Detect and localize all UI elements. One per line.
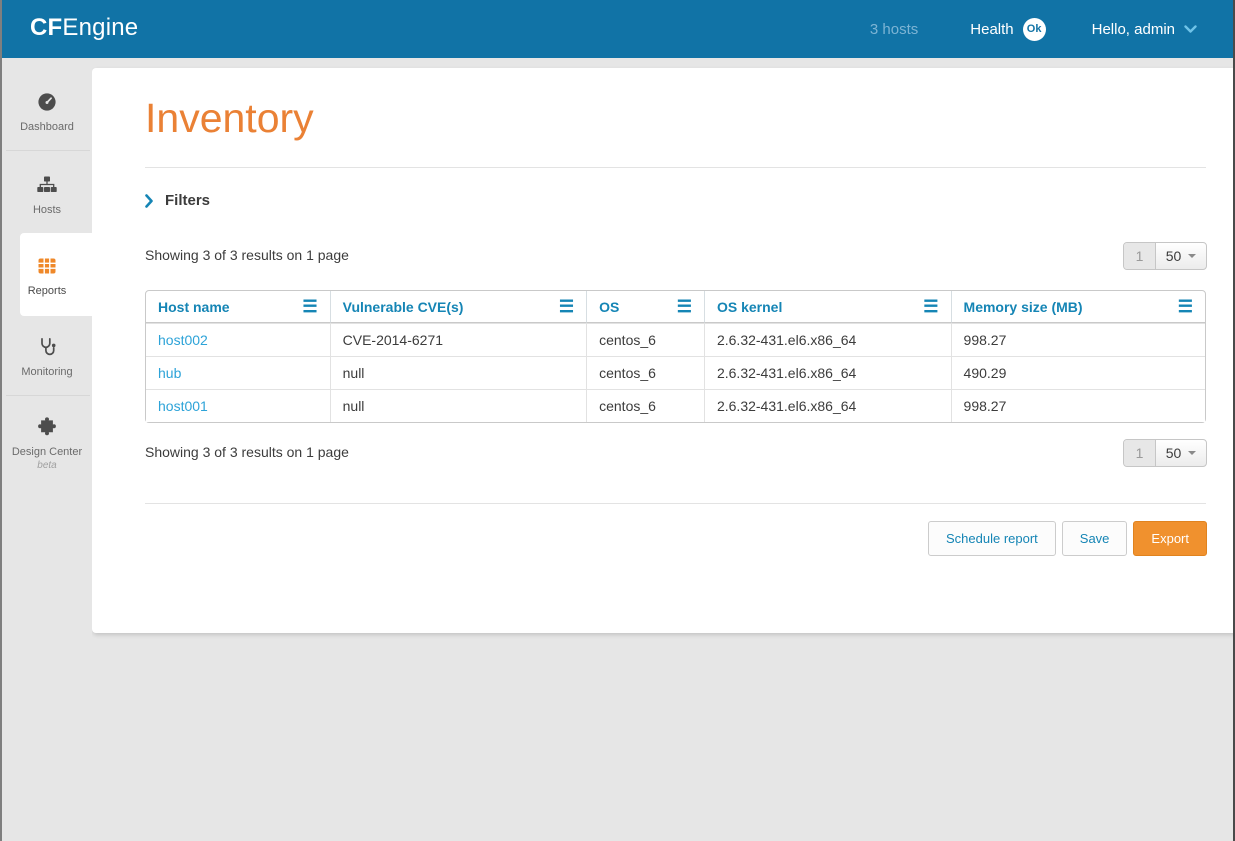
- cell-vulnerable-cves: null: [331, 389, 587, 422]
- cell-host-name: host001: [146, 389, 331, 422]
- column-header-memory-size[interactable]: Memory size (MB) ☰: [952, 291, 1205, 323]
- main-content-panel: Inventory Filters Showing 3 of 3 results…: [92, 68, 1235, 633]
- results-summary-bottom: Showing 3 of 3 results on 1 page: [145, 444, 349, 460]
- cell-host-name: hub: [146, 356, 331, 389]
- health-menu[interactable]: Health Ok: [970, 18, 1045, 41]
- inventory-table: Host name ☰ Vulnerable CVE(s) ☰ OS ☰ OS ker…: [145, 290, 1206, 423]
- column-header-os[interactable]: OS ☰: [587, 291, 705, 323]
- app-window: CFEngine 3 hosts Health Ok Hello, admin …: [0, 0, 1235, 841]
- sidebar-item-hosts[interactable]: Hosts: [2, 174, 92, 216]
- caret-down-icon: [1188, 451, 1196, 455]
- design-center-puzzle-icon: [2, 416, 92, 440]
- cell-memory-size: 490.29: [952, 356, 1205, 389]
- save-button[interactable]: Save: [1062, 521, 1128, 556]
- health-label: Health: [970, 21, 1013, 38]
- column-label: Memory size (MB): [964, 299, 1083, 315]
- filters-label: Filters: [165, 192, 210, 209]
- title-divider: [145, 167, 1206, 168]
- schedule-report-button[interactable]: Schedule report: [928, 521, 1056, 556]
- cell-os: centos_6: [587, 356, 705, 389]
- sidebar-item-label: Dashboard: [20, 121, 74, 133]
- cell-os: centos_6: [587, 389, 705, 422]
- host-link[interactable]: host001: [158, 398, 208, 414]
- cell-memory-size: 998.27: [952, 389, 1205, 422]
- sidebar-nav: Dashboard Hosts Reports Monitoring: [2, 58, 92, 841]
- page-number-button[interactable]: 1: [1124, 440, 1156, 466]
- table-row: host001 null centos_6 2.6.32-431.el6.x86…: [146, 389, 1205, 422]
- filters-toggle[interactable]: Filters: [145, 192, 210, 209]
- column-menu-icon[interactable]: ☰: [1178, 298, 1193, 315]
- user-greeting: Hello, admin: [1092, 21, 1175, 38]
- column-label: Vulnerable CVE(s): [343, 299, 464, 315]
- logo-bold-part: CF: [30, 14, 62, 41]
- sidebar-divider: [6, 395, 90, 396]
- column-menu-icon[interactable]: ☰: [559, 298, 574, 315]
- cell-vulnerable-cves: null: [331, 356, 587, 389]
- page-title: Inventory: [145, 95, 314, 142]
- column-header-os-kernel[interactable]: OS kernel ☰: [705, 291, 952, 323]
- column-label: Host name: [158, 299, 230, 315]
- pagination-top: 1 50: [1123, 242, 1207, 270]
- cfengine-logo[interactable]: CFEngine: [30, 14, 138, 42]
- column-menu-icon[interactable]: ☰: [923, 298, 938, 315]
- sidebar-item-dashboard[interactable]: Dashboard: [2, 91, 92, 133]
- sidebar-item-label: Reports: [28, 285, 67, 297]
- results-summary-top: Showing 3 of 3 results on 1 page: [145, 247, 349, 263]
- cell-host-name: host002: [146, 323, 331, 356]
- beta-tag: beta: [2, 460, 92, 471]
- cell-os-kernel: 2.6.32-431.el6.x86_64: [705, 389, 952, 422]
- host-link[interactable]: hub: [158, 365, 181, 381]
- page-size-value: 50: [1166, 248, 1182, 264]
- table-row: host002 CVE-2014-6271 centos_6 2.6.32-43…: [146, 323, 1205, 356]
- cell-os-kernel: 2.6.32-431.el6.x86_64: [705, 323, 952, 356]
- pagination-bottom: 1 50: [1123, 439, 1207, 467]
- dashboard-gauge-icon: [2, 91, 92, 115]
- table-row: hub null centos_6 2.6.32-431.el6.x86_64 …: [146, 356, 1205, 389]
- logo-light-part: Engine: [62, 14, 138, 41]
- column-label: OS kernel: [717, 299, 782, 315]
- column-menu-icon[interactable]: ☰: [302, 298, 317, 315]
- monitoring-stethoscope-icon: [2, 336, 92, 360]
- export-button[interactable]: Export: [1133, 521, 1207, 556]
- chevron-right-icon: [145, 194, 154, 208]
- reports-table-icon: [2, 255, 92, 279]
- table-header-row: Host name ☰ Vulnerable CVE(s) ☰ OS ☰ OS ker…: [146, 291, 1205, 323]
- health-status-badge: Ok: [1023, 18, 1046, 41]
- column-label: OS: [599, 299, 619, 315]
- sidebar-item-reports[interactable]: Reports: [2, 255, 92, 297]
- sidebar-item-label: Hosts: [33, 204, 61, 216]
- sidebar-item-design-center[interactable]: Design Center beta: [2, 416, 92, 471]
- actions-divider: [145, 503, 1206, 504]
- caret-down-icon: [1188, 254, 1196, 258]
- page-size-dropdown[interactable]: 50: [1156, 243, 1206, 269]
- column-menu-icon[interactable]: ☰: [677, 298, 692, 315]
- topbar-right-cluster: 3 hosts Health Ok Hello, admin: [870, 0, 1197, 58]
- hosts-count-link[interactable]: 3 hosts: [870, 21, 918, 38]
- cell-os: centos_6: [587, 323, 705, 356]
- sidebar-item-label: Design Center: [12, 446, 82, 458]
- hosts-sitemap-icon: [2, 174, 92, 198]
- sidebar-item-monitoring[interactable]: Monitoring: [2, 336, 92, 378]
- page-size-dropdown[interactable]: 50: [1156, 440, 1206, 466]
- column-header-host-name[interactable]: Host name ☰: [146, 291, 331, 323]
- cell-memory-size: 998.27: [952, 323, 1205, 356]
- top-navbar: CFEngine 3 hosts Health Ok Hello, admin: [0, 0, 1235, 58]
- cell-os-kernel: 2.6.32-431.el6.x86_64: [705, 356, 952, 389]
- chevron-down-icon: [1184, 25, 1197, 34]
- sidebar-divider: [6, 150, 90, 151]
- cell-vulnerable-cves: CVE-2014-6271: [331, 323, 587, 356]
- sidebar-item-label: Monitoring: [21, 366, 72, 378]
- window-left-edge: [0, 0, 2, 841]
- host-link[interactable]: host002: [158, 332, 208, 348]
- user-menu[interactable]: Hello, admin: [1092, 21, 1197, 38]
- column-header-vulnerable-cves[interactable]: Vulnerable CVE(s) ☰: [331, 291, 587, 323]
- report-actions: Schedule report Save Export: [928, 521, 1207, 556]
- page-number-button[interactable]: 1: [1124, 243, 1156, 269]
- page-size-value: 50: [1166, 445, 1182, 461]
